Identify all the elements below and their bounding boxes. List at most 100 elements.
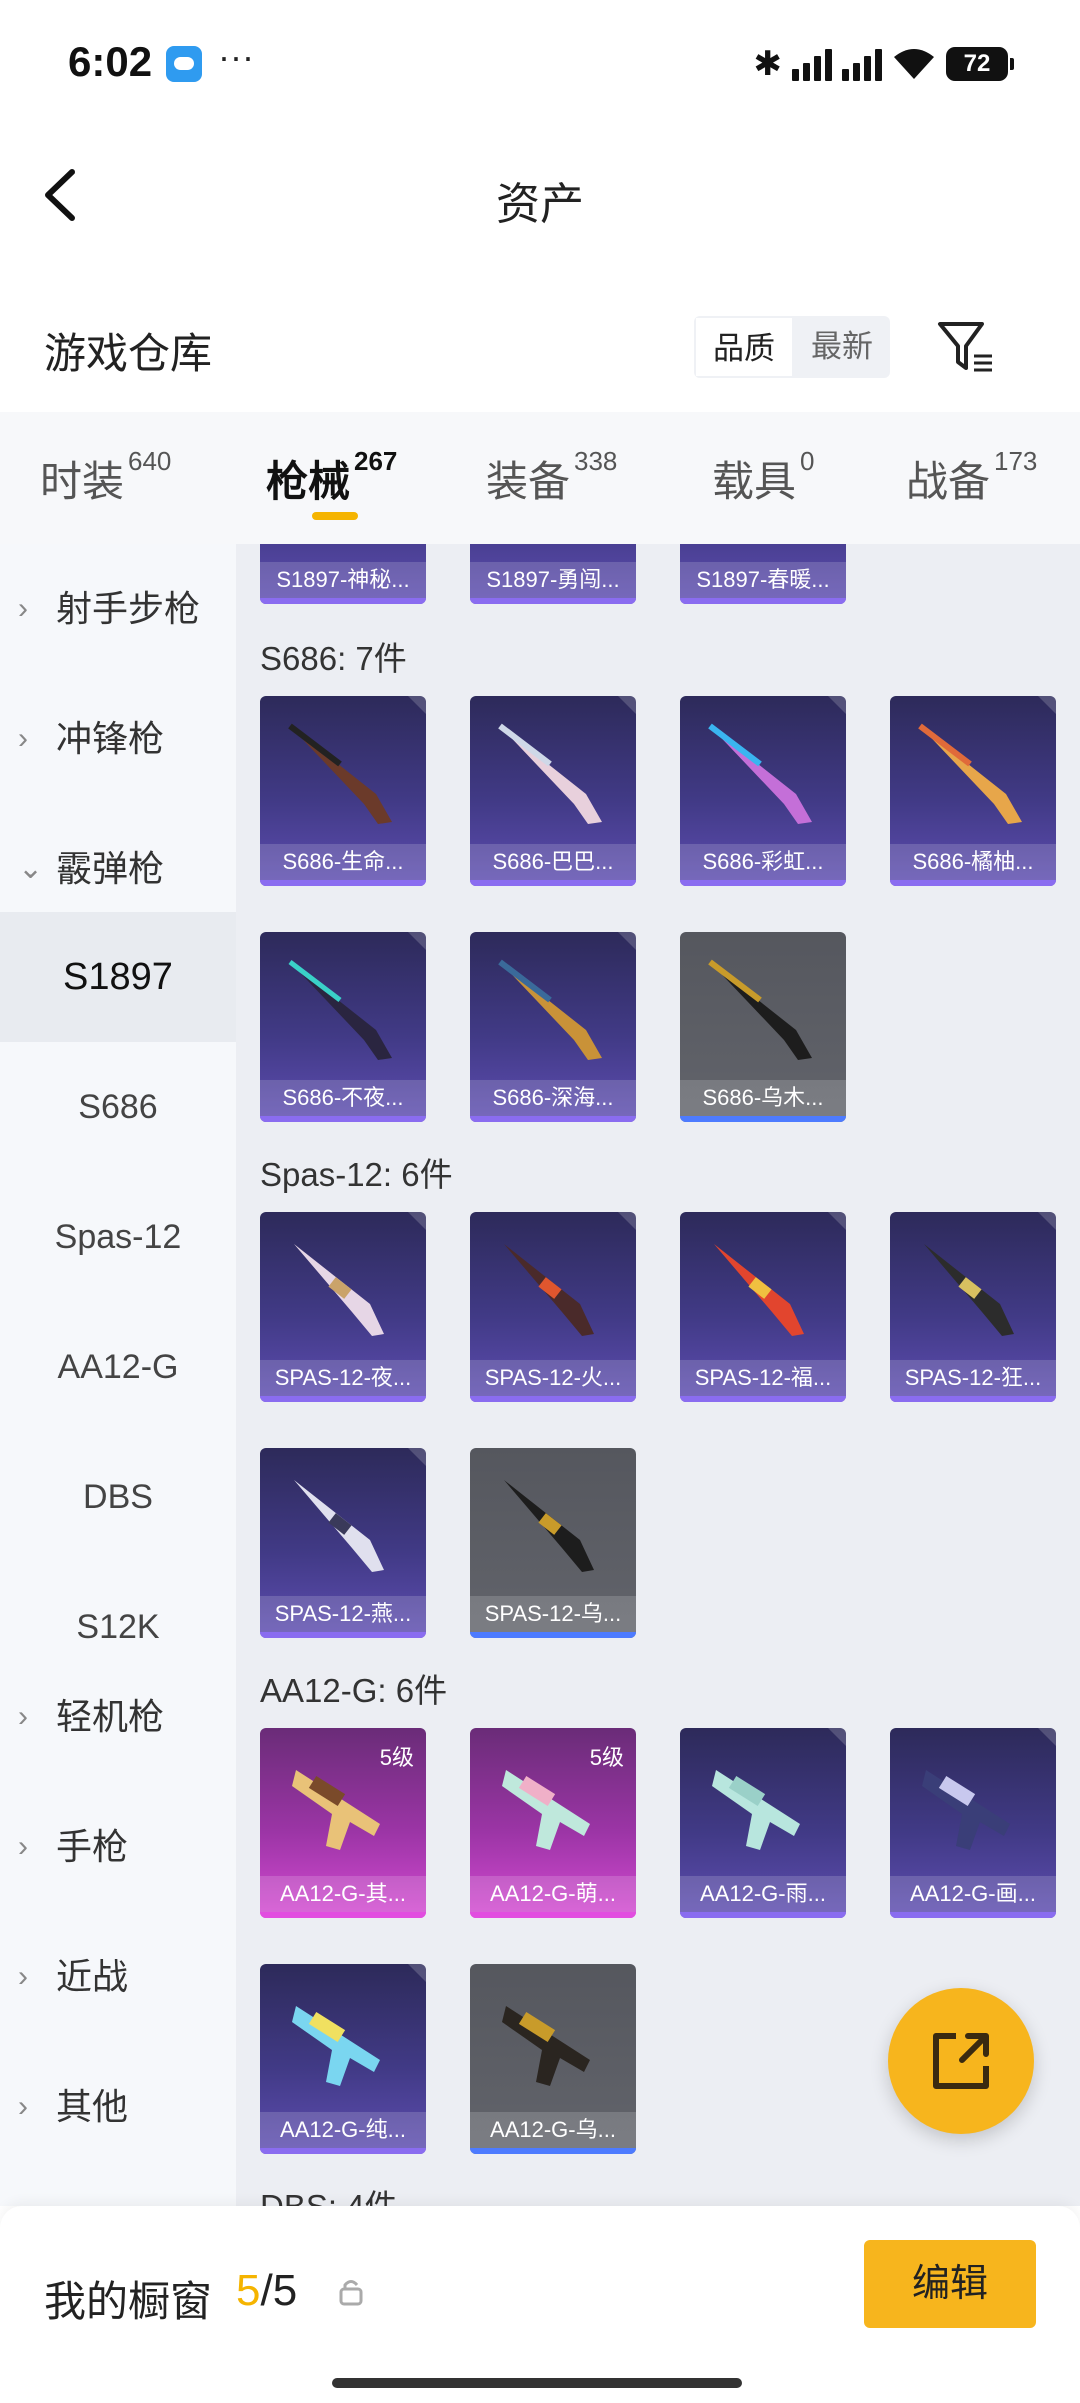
item-card[interactable]: S686-乌木...: [680, 932, 846, 1122]
item-card[interactable]: SPAS-12-火...: [470, 1212, 636, 1402]
item-card[interactable]: S686-彩虹...: [680, 696, 846, 886]
sidebar-group-label: 射手步枪: [56, 588, 201, 629]
tab-vehicles[interactable]: 载具 0: [712, 446, 815, 509]
item-card[interactable]: S686-橘柚...: [890, 696, 1056, 886]
rifle-icon: [712, 1770, 800, 1850]
rifle-icon: [292, 2006, 380, 2086]
tab-label: 战备: [906, 458, 991, 505]
page-title: 资产: [496, 180, 584, 229]
weapon-type-sidebar: › 射手步枪 › 冲锋枪 ⌄ 霰弹枪 S1897 S686 Spas-12 AA12-…: [0, 544, 236, 2206]
category-tabs: 时装 640 枪械 267 装备 338 载具 0 战备 173: [0, 412, 1080, 544]
item-card[interactable]: S1897-神秘...: [260, 544, 426, 604]
item-name: S686-不夜...: [260, 1080, 426, 1116]
item-card[interactable]: S1897-勇闯...: [470, 544, 636, 604]
lock-icon: [339, 2280, 363, 2306]
share-button[interactable]: [888, 1988, 1034, 2134]
home-indicator[interactable]: [332, 2378, 742, 2388]
item-name: SPAS-12-夜...: [260, 1360, 426, 1396]
bluetooth-icon: ✱: [753, 45, 783, 83]
showcase-current: 5: [236, 2266, 261, 2315]
sidebar-item-spas12[interactable]: Spas-12: [0, 1172, 236, 1302]
showcase-total: /5: [260, 2266, 298, 2315]
item-card[interactable]: SPAS-12-狂...: [890, 1212, 1056, 1402]
item-name: AA12-G-萌...: [470, 1876, 636, 1912]
item-name: AA12-G-画...: [890, 1876, 1056, 1912]
item-card[interactable]: S1897-春暖...: [680, 544, 846, 604]
item-name: S686-生命...: [260, 844, 426, 880]
item-card[interactable]: SPAS-12-燕...: [260, 1448, 426, 1638]
item-name: S1897-神秘...: [260, 562, 426, 598]
sidebar-item-dbs[interactable]: DBS: [0, 1432, 236, 1562]
signal-icon: [792, 47, 832, 81]
sidebar-group-melee[interactable]: › 近战: [0, 1912, 236, 2042]
item-name: SPAS-12-火...: [470, 1360, 636, 1396]
shotgun-icon: [498, 723, 602, 824]
tab-label: 装备: [486, 458, 571, 505]
sidebar-item-s1897[interactable]: S1897: [0, 912, 236, 1042]
chevron-right-icon: ›: [18, 1700, 28, 1733]
item-name: S686-乌木...: [680, 1080, 846, 1116]
item-card[interactable]: SPAS-12-福...: [680, 1212, 846, 1402]
tab-count: 0: [800, 446, 815, 476]
sidebar-item-s686[interactable]: S686: [0, 1042, 236, 1172]
showcase-label: 我的橱窗: [44, 2278, 213, 2325]
tab-count: 173: [994, 446, 1038, 476]
sort-newest[interactable]: 最新: [794, 316, 890, 378]
tab-equipment[interactable]: 装备 338: [486, 446, 618, 509]
shotgun-icon: [504, 1244, 594, 1336]
chevron-right-icon: ›: [18, 2090, 28, 2123]
item-card[interactable]: AA12-G-乌...: [470, 1964, 636, 2154]
chevron-right-icon: ›: [18, 722, 28, 755]
cloud-icon: [166, 46, 202, 82]
status-time: 6:02: [68, 38, 153, 85]
item-card[interactable]: S686-巴巴...: [470, 696, 636, 886]
edit-button[interactable]: 编辑: [864, 2240, 1036, 2328]
item-card[interactable]: S686-深海...: [470, 932, 636, 1122]
item-name: SPAS-12-狂...: [890, 1360, 1056, 1396]
item-card[interactable]: SPAS-12-夜...: [260, 1212, 426, 1402]
battery-indicator: 72: [946, 47, 1014, 81]
tab-count: 640: [128, 446, 172, 476]
tab-fashion[interactable]: 时装 640: [40, 446, 172, 509]
item-name: AA12-G-乌...: [470, 2112, 636, 2148]
item-name: S686-彩虹...: [680, 844, 846, 880]
item-card[interactable]: 5级 AA12-G-萌...: [470, 1728, 636, 1918]
item-name: SPAS-12-福...: [680, 1360, 846, 1396]
item-name: AA12-G-其...: [260, 1876, 426, 1912]
tab-label: 载具: [712, 458, 797, 505]
item-card[interactable]: AA12-G-雨...: [680, 1728, 846, 1918]
tab-gear[interactable]: 战备 173: [906, 446, 1038, 509]
item-card[interactable]: AA12-G-画...: [890, 1728, 1056, 1918]
sidebar-group-lmg[interactable]: › 轻机枪: [0, 1652, 236, 1782]
section-title-s686: S686: 7件: [260, 640, 407, 677]
shotgun-icon: [708, 723, 812, 824]
shotgun-icon: [918, 723, 1022, 824]
share-icon: [933, 2033, 989, 2089]
item-card[interactable]: SPAS-12-乌...: [470, 1448, 636, 1638]
item-name: S686-巴巴...: [470, 844, 636, 880]
showcase-count: 5/5: [236, 2266, 297, 2316]
tab-guns[interactable]: 枪械 267: [266, 446, 398, 509]
tab-count: 267: [354, 446, 398, 476]
sidebar-group-other[interactable]: › 其他: [0, 2042, 236, 2172]
sidebar-group-smg[interactable]: › 冲锋枪: [0, 674, 236, 804]
sidebar-group-pistol[interactable]: › 手枪: [0, 1782, 236, 1912]
item-card[interactable]: S686-生命...: [260, 696, 426, 886]
tab-count: 338: [574, 446, 618, 476]
sort-quality[interactable]: 品质: [694, 316, 794, 378]
shotgun-icon: [924, 1244, 1014, 1336]
sidebar-group-marksman[interactable]: › 射手步枪: [0, 544, 236, 674]
sidebar-item-aa12g[interactable]: AA12-G: [0, 1302, 236, 1432]
section-title-dbs: DBS: 4件: [260, 2180, 398, 2206]
shotgun-icon: [504, 1480, 594, 1572]
sidebar-group-label: 近战: [56, 1956, 129, 1997]
shotgun-icon: [288, 960, 392, 1060]
item-card[interactable]: AA12-G-纯...: [260, 1964, 426, 2154]
shotgun-icon: [498, 959, 602, 1060]
item-name: S1897-春暖...: [680, 562, 846, 598]
item-card[interactable]: 5级 AA12-G-其...: [260, 1728, 426, 1918]
wifi-icon: [892, 47, 936, 81]
shotgun-icon: [294, 1244, 384, 1336]
item-card[interactable]: S686-不夜...: [260, 932, 426, 1122]
filter-icon[interactable]: [936, 318, 996, 378]
